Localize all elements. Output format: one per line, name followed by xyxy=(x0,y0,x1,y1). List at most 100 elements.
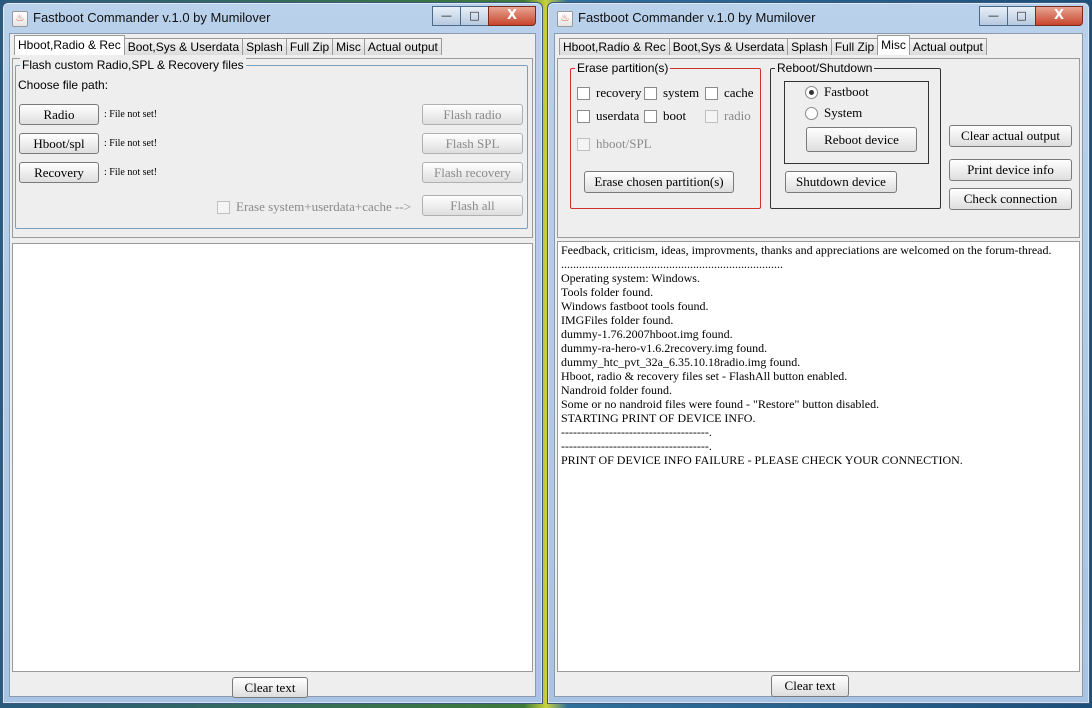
flash-all-button[interactable]: Flash all xyxy=(422,195,523,216)
fastboot-radio[interactable]: Fastboot xyxy=(805,84,869,100)
tab-hboot-radio-rec[interactable]: Hboot,Radio & Rec xyxy=(14,35,125,55)
output-line: PRINT OF DEVICE INFO FAILURE - PLEASE CH… xyxy=(561,453,963,467)
recovery-checkbox[interactable]: recovery xyxy=(577,85,641,101)
client-area: Hboot,Radio & Rec Boot,Sys & Userdata Sp… xyxy=(554,33,1083,697)
output-line: dummy-ra-hero-v1.6.2recovery.img found. xyxy=(561,341,768,355)
checkbox-label: userdata xyxy=(596,108,640,123)
radio-button[interactable]: Radio xyxy=(19,104,99,125)
output-line: dummy-1.76.2007hboot.img found. xyxy=(561,327,733,341)
tab-misc[interactable]: Misc xyxy=(332,38,365,55)
java-cup-icon: ♨ xyxy=(12,11,28,27)
radio-label: Fastboot xyxy=(824,84,869,99)
output-line: -------------------------------------. xyxy=(561,439,712,453)
recovery-status: : File not set! xyxy=(104,167,158,178)
checkbox-box[interactable] xyxy=(577,137,590,151)
output-line: -------------------------------------. xyxy=(561,425,712,439)
output-line: STARTING PRINT OF DEVICE INFO. xyxy=(561,411,756,425)
window-title: Fastboot Commander v.1.0 by Mumilover xyxy=(578,10,816,25)
window-title: Fastboot Commander v.1.0 by Mumilover xyxy=(33,10,271,25)
checkbox-label: system xyxy=(663,85,700,100)
checkbox-label: recovery xyxy=(596,85,642,100)
output-line: Operating system: Windows. xyxy=(561,271,700,285)
choose-file-label: Choose file path: xyxy=(18,78,109,92)
system-checkbox[interactable]: system xyxy=(644,85,699,101)
output-line: ........................................… xyxy=(561,257,783,271)
radio-dot[interactable] xyxy=(805,85,818,99)
group-title: Erase partition(s) xyxy=(575,61,671,75)
erase-partition-group: Erase partition(s) recovery system cache… xyxy=(570,61,761,209)
output-area[interactable] xyxy=(12,243,533,672)
radio-status: : File not set! xyxy=(104,109,158,120)
tab-strip: Hboot,Radio & Rec Boot,Sys & Userdata Sp… xyxy=(559,35,987,55)
left-window: ♨ Fastboot Commander v.1.0 by Mumilover … xyxy=(2,2,543,704)
checkbox-box[interactable] xyxy=(217,200,230,214)
output-line: Nandroid folder found. xyxy=(561,383,672,397)
output-line: IMGFiles folder found. xyxy=(561,313,674,327)
maximize-button[interactable]: □ xyxy=(1007,6,1036,26)
check-connection-button[interactable]: Check connection xyxy=(949,188,1072,210)
output-area[interactable]: Feedback, criticism, ideas, improvments,… xyxy=(557,241,1080,672)
checkbox-label: cache xyxy=(724,85,754,100)
tab-actual-output[interactable]: Actual output xyxy=(908,38,987,55)
checkbox-box[interactable] xyxy=(644,109,657,123)
flash-radio-button[interactable]: Flash radio xyxy=(422,104,523,125)
clear-text-button[interactable]: Clear text xyxy=(771,675,849,697)
tab-actual-output[interactable]: Actual output xyxy=(363,38,442,55)
clear-text-button[interactable]: Clear text xyxy=(232,677,308,698)
boot-checkbox[interactable]: boot xyxy=(644,108,686,124)
tab-hboot-radio-rec[interactable]: Hboot,Radio & Rec xyxy=(559,38,670,55)
checkbox-label: radio xyxy=(724,108,751,123)
output-line: Hboot, radio & recovery files set - Flas… xyxy=(561,369,848,383)
tab-strip: Hboot,Radio & Rec Boot,Sys & Userdata Sp… xyxy=(14,35,442,55)
recovery-button[interactable]: Recovery xyxy=(19,162,99,183)
reboot-device-button[interactable]: Reboot device xyxy=(806,127,917,152)
erase-all-label: Erase system+userdata+cache --> xyxy=(236,199,412,214)
tab-misc[interactable]: Misc xyxy=(877,35,910,55)
radio-checkbox[interactable]: radio xyxy=(705,108,751,124)
tab-boot-sys-userdata[interactable]: Boot,Sys & Userdata xyxy=(123,38,244,55)
hboot-spl-button[interactable]: Hboot/spl xyxy=(19,133,99,154)
checkbox-box[interactable] xyxy=(577,109,590,123)
minimize-button[interactable]: — xyxy=(979,6,1008,26)
checkbox-box[interactable] xyxy=(577,86,590,100)
print-device-info-button[interactable]: Print device info xyxy=(949,159,1072,181)
erase-chosen-button[interactable]: Erase chosen partition(s) xyxy=(584,171,734,193)
output-line: Tools folder found. xyxy=(561,285,654,299)
output-line: dummy_htc_pvt_32a_6.35.10.18radio.img fo… xyxy=(561,355,801,369)
java-cup-icon: ♨ xyxy=(557,11,573,27)
close-button[interactable]: X xyxy=(1035,6,1083,26)
checkbox-label: boot xyxy=(663,108,687,123)
flash-recovery-button[interactable]: Flash recovery xyxy=(422,162,523,183)
radio-dot[interactable] xyxy=(805,106,818,120)
tab-splash[interactable]: Splash xyxy=(242,38,287,55)
tab-full-zip[interactable]: Full Zip xyxy=(830,38,879,55)
tab-panel: Flash custom Radio,SPL & Recovery files … xyxy=(12,58,533,238)
checkbox-label: hboot/SPL xyxy=(596,136,652,151)
radio-label: System xyxy=(824,105,863,120)
flash-spl-button[interactable]: Flash SPL xyxy=(422,133,523,154)
output-line: Some or no nandroid files were found - "… xyxy=(561,397,880,411)
group-title: Flash custom Radio,SPL & Recovery files xyxy=(20,58,246,72)
title-bar[interactable]: ♨ Fastboot Commander v.1.0 by Mumilover … xyxy=(3,3,542,31)
client-area: Hboot,Radio & Rec Boot,Sys & Userdata Sp… xyxy=(9,33,536,698)
maximize-button[interactable]: □ xyxy=(460,6,489,26)
tab-boot-sys-userdata[interactable]: Boot,Sys & Userdata xyxy=(668,38,789,55)
close-button[interactable]: X xyxy=(488,6,536,26)
hboot-status: : File not set! xyxy=(104,138,158,149)
right-window: ♨ Fastboot Commander v.1.0 by Mumilover … xyxy=(547,2,1090,704)
erase-all-checkbox[interactable]: Erase system+userdata+cache --> xyxy=(217,199,411,215)
minimize-button[interactable]: — xyxy=(432,6,461,26)
clear-actual-output-button[interactable]: Clear actual output xyxy=(949,125,1072,147)
title-bar[interactable]: ♨ Fastboot Commander v.1.0 by Mumilover … xyxy=(548,3,1089,31)
tab-splash[interactable]: Splash xyxy=(787,38,832,55)
reboot-shutdown-group: Reboot/Shutdown Fastboot System Reboot d… xyxy=(770,61,941,209)
tab-full-zip[interactable]: Full Zip xyxy=(285,38,334,55)
shutdown-device-button[interactable]: Shutdown device xyxy=(785,171,897,193)
userdata-checkbox[interactable]: userdata xyxy=(577,108,639,124)
checkbox-box[interactable] xyxy=(705,86,718,100)
cache-checkbox[interactable]: cache xyxy=(705,85,754,101)
hboot-spl-checkbox[interactable]: hboot/SPL xyxy=(577,136,652,152)
checkbox-box[interactable] xyxy=(644,86,657,100)
system-radio[interactable]: System xyxy=(805,105,862,121)
checkbox-box[interactable] xyxy=(705,109,718,123)
